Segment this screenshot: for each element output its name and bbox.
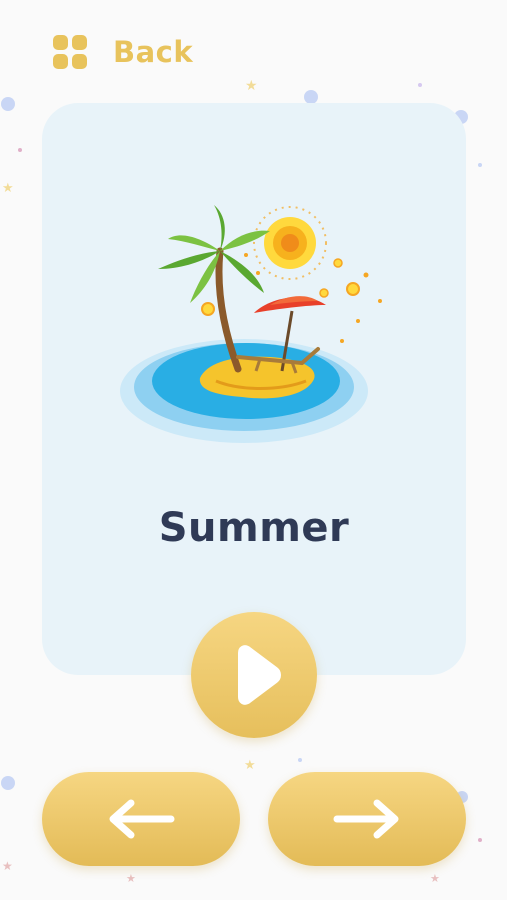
play-button[interactable] bbox=[191, 612, 317, 738]
back-label: Back bbox=[113, 35, 194, 69]
flashcard: Summer bbox=[42, 103, 466, 675]
play-icon bbox=[238, 645, 281, 705]
back-button[interactable]: Back bbox=[53, 34, 193, 70]
svg-text:★: ★ bbox=[2, 181, 14, 196]
card-title: Summer bbox=[158, 505, 350, 551]
svg-text:★: ★ bbox=[430, 872, 440, 885]
previous-button[interactable] bbox=[42, 772, 240, 866]
arrow-left-icon bbox=[109, 799, 175, 839]
arrow-right-icon bbox=[333, 799, 399, 839]
next-button[interactable] bbox=[268, 772, 466, 866]
grid-icon bbox=[53, 35, 87, 69]
summer-island-illustration bbox=[120, 205, 382, 443]
svg-text:★: ★ bbox=[245, 78, 258, 94]
svg-text:★: ★ bbox=[126, 872, 136, 885]
svg-text:★: ★ bbox=[244, 758, 256, 773]
svg-text:★: ★ bbox=[2, 859, 13, 873]
